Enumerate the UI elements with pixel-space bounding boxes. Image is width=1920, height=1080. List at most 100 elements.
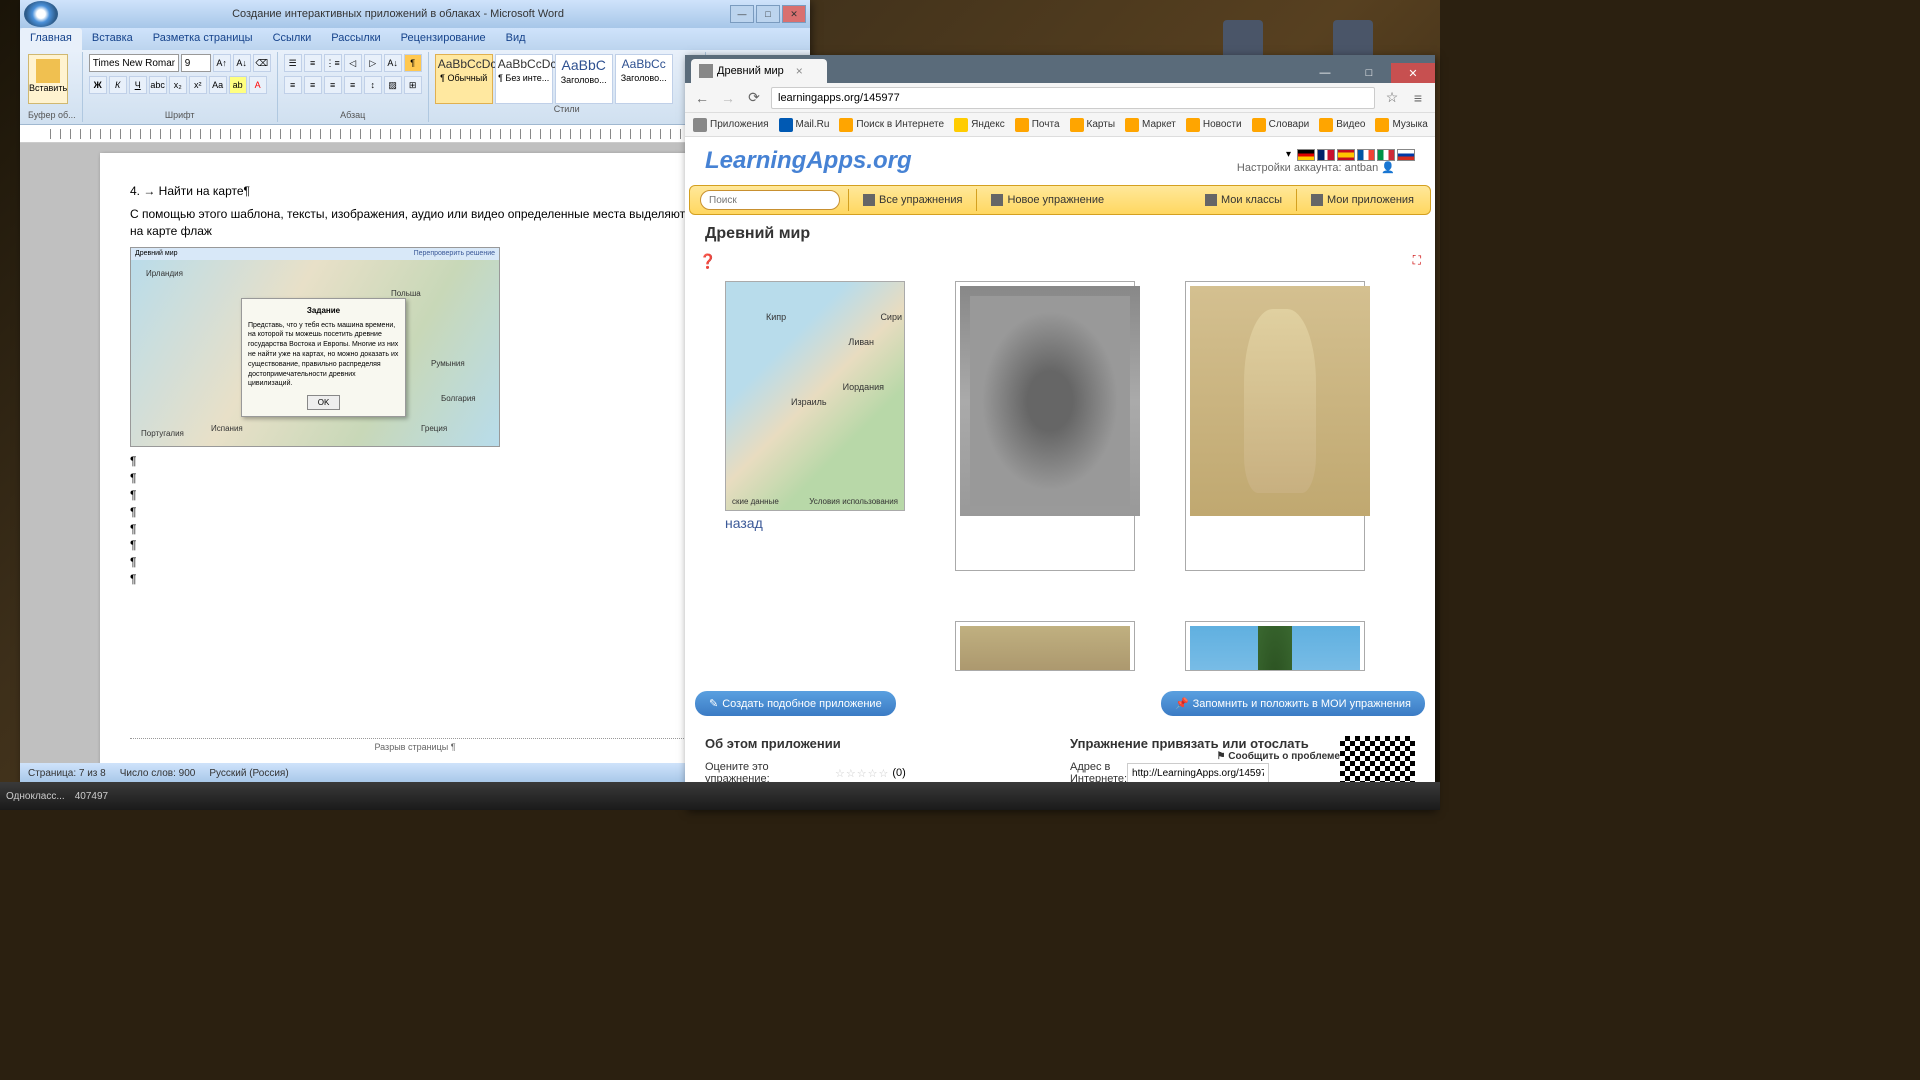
- minimize-button[interactable]: —: [1303, 63, 1347, 83]
- tab-insert[interactable]: Вставка: [82, 28, 143, 50]
- align-right-button[interactable]: ≡: [324, 76, 342, 94]
- tab-references[interactable]: Ссылки: [263, 28, 322, 50]
- back-button[interactable]: ←: [693, 89, 711, 107]
- nav-all-exercises[interactable]: Все упражнения: [857, 194, 968, 206]
- style-heading1[interactable]: AaBbCЗаголово...: [555, 54, 613, 104]
- highlight-button[interactable]: ab: [229, 76, 247, 94]
- url-field[interactable]: [1127, 763, 1269, 783]
- style-heading2[interactable]: AaBbCcЗаголово...: [615, 54, 673, 104]
- case-button[interactable]: Aa: [209, 76, 227, 94]
- nav-my-classes[interactable]: Мои классы: [1199, 194, 1288, 206]
- tab-close-icon[interactable]: ×: [796, 64, 803, 78]
- help-icon[interactable]: ❓: [699, 253, 716, 269]
- tab-review[interactable]: Рецензирование: [391, 28, 496, 50]
- reload-button[interactable]: ⟳: [745, 89, 763, 107]
- document-page[interactable]: 4. → Найти на карте¶ С помощью этого шаб…: [100, 153, 730, 763]
- status-language[interactable]: Русский (Россия): [209, 768, 288, 779]
- maximize-button[interactable]: □: [1347, 63, 1391, 83]
- maximize-button[interactable]: □: [756, 5, 780, 23]
- create-similar-button[interactable]: ✎ Создать подобное приложение: [695, 691, 896, 716]
- back-link[interactable]: назад: [725, 511, 905, 535]
- flag-es-icon[interactable]: [1337, 149, 1355, 161]
- tab-layout[interactable]: Разметка страницы: [143, 28, 263, 50]
- bookmark-maps[interactable]: Карты: [1070, 118, 1116, 132]
- style-nospacing[interactable]: AaBbCcDc¶ Без инте...: [495, 54, 553, 104]
- bookmark-apps[interactable]: Приложения: [693, 118, 769, 132]
- bookmark-news[interactable]: Новости: [1186, 118, 1242, 132]
- minimize-button[interactable]: —: [730, 5, 754, 23]
- font-color-button[interactable]: A: [249, 76, 267, 94]
- bold-button[interactable]: Ж: [89, 76, 107, 94]
- close-button[interactable]: ✕: [1391, 63, 1435, 83]
- star-icon[interactable]: ☆: [1383, 89, 1401, 107]
- gallery-item-etching[interactable]: [955, 281, 1135, 571]
- url-input[interactable]: [771, 87, 1375, 109]
- shading-button[interactable]: ▨: [384, 76, 402, 94]
- flag-en-icon[interactable]: [1317, 149, 1335, 161]
- flag-ru-icon[interactable]: [1397, 149, 1415, 161]
- bookmark-dict[interactable]: Словари: [1252, 118, 1310, 132]
- flag-it-icon[interactable]: [1377, 149, 1395, 161]
- multilevel-list-button[interactable]: ⋮≡: [324, 54, 342, 72]
- gallery-item-palm[interactable]: [1185, 621, 1365, 671]
- task-ok-button[interactable]: OK: [307, 395, 341, 410]
- paste-button[interactable]: Вставить: [28, 54, 68, 104]
- taskbar[interactable]: Однокласс... 407497: [0, 782, 1440, 810]
- flag-fr-icon[interactable]: [1357, 149, 1375, 161]
- bookmark-video[interactable]: Видео: [1319, 118, 1365, 132]
- bullet-list-button[interactable]: ☰: [284, 54, 302, 72]
- borders-button[interactable]: ⊞: [404, 76, 422, 94]
- align-left-button[interactable]: ≡: [284, 76, 302, 94]
- number-list-button[interactable]: ≡: [304, 54, 322, 72]
- underline-button[interactable]: Ч: [129, 76, 147, 94]
- bookmark-music[interactable]: Музыка: [1375, 118, 1427, 132]
- bookmark-mailru[interactable]: Mail.Ru: [779, 118, 830, 132]
- account-link[interactable]: Настройки аккаунта: antban 👤: [1237, 161, 1395, 174]
- bookmark-market[interactable]: Маркет: [1125, 118, 1176, 132]
- taskbar-app[interactable]: 407497: [75, 791, 108, 802]
- strike-button[interactable]: abc: [149, 76, 167, 94]
- clear-format-button[interactable]: ⌫: [253, 54, 271, 72]
- indent-inc-button[interactable]: ▷: [364, 54, 382, 72]
- status-words[interactable]: Число слов: 900: [120, 768, 196, 779]
- style-normal[interactable]: AaBbCcDc¶ Обычный: [435, 54, 493, 104]
- status-page[interactable]: Страница: 7 из 8: [28, 768, 106, 779]
- fullscreen-icon[interactable]: ⛶: [1413, 253, 1421, 268]
- justify-button[interactable]: ≡: [344, 76, 362, 94]
- line-spacing-button[interactable]: ↕: [364, 76, 382, 94]
- nav-new-exercise[interactable]: Новое упражнение: [985, 194, 1110, 206]
- subscript-button[interactable]: x₂: [169, 76, 187, 94]
- close-button[interactable]: ✕: [782, 5, 806, 23]
- tab-home[interactable]: Главная: [20, 28, 82, 50]
- map-thumbnail[interactable]: Кипр Сири Ливан Иордания Израиль ские да…: [725, 281, 905, 511]
- bookmark-yandex[interactable]: Яндекс: [954, 118, 1005, 132]
- align-center-button[interactable]: ≡: [304, 76, 322, 94]
- menu-icon[interactable]: ≡: [1409, 89, 1427, 107]
- site-logo[interactable]: LearningApps.org: [705, 147, 912, 175]
- taskbar-app[interactable]: Однокласс...: [6, 791, 65, 802]
- show-marks-button[interactable]: ¶: [404, 54, 422, 72]
- search-input[interactable]: [700, 190, 840, 210]
- tab-view[interactable]: Вид: [496, 28, 536, 50]
- bookmark-search[interactable]: Поиск в Интернете: [839, 118, 944, 132]
- font-name-select[interactable]: [89, 54, 179, 72]
- superscript-button[interactable]: x²: [189, 76, 207, 94]
- shrink-font-button[interactable]: A↓: [233, 54, 251, 72]
- sort-button[interactable]: A↓: [384, 54, 402, 72]
- rating-stars[interactable]: ☆☆☆☆☆: [835, 767, 889, 780]
- indent-dec-button[interactable]: ◁: [344, 54, 362, 72]
- nav-my-apps[interactable]: Мои приложения: [1305, 194, 1420, 206]
- office-button[interactable]: [24, 1, 58, 27]
- report-link[interactable]: ⚑ Сообщить о проблеме: [1217, 751, 1340, 762]
- tab-mailings[interactable]: Рассылки: [321, 28, 390, 50]
- bookmark-mail[interactable]: Почта: [1015, 118, 1060, 132]
- gallery-item-landscape[interactable]: [955, 621, 1135, 671]
- forward-button[interactable]: →: [719, 89, 737, 107]
- browser-tab[interactable]: Древний мир ×: [691, 59, 827, 83]
- italic-button[interactable]: К: [109, 76, 127, 94]
- word-titlebar[interactable]: Создание интерактивных приложений в обла…: [20, 0, 810, 28]
- grow-font-button[interactable]: A↑: [213, 54, 231, 72]
- save-to-my-button[interactable]: 📌 Запомнить и положить в МОИ упражнения: [1161, 691, 1425, 716]
- gallery-item-statue[interactable]: [1185, 281, 1365, 571]
- font-size-select[interactable]: [181, 54, 211, 72]
